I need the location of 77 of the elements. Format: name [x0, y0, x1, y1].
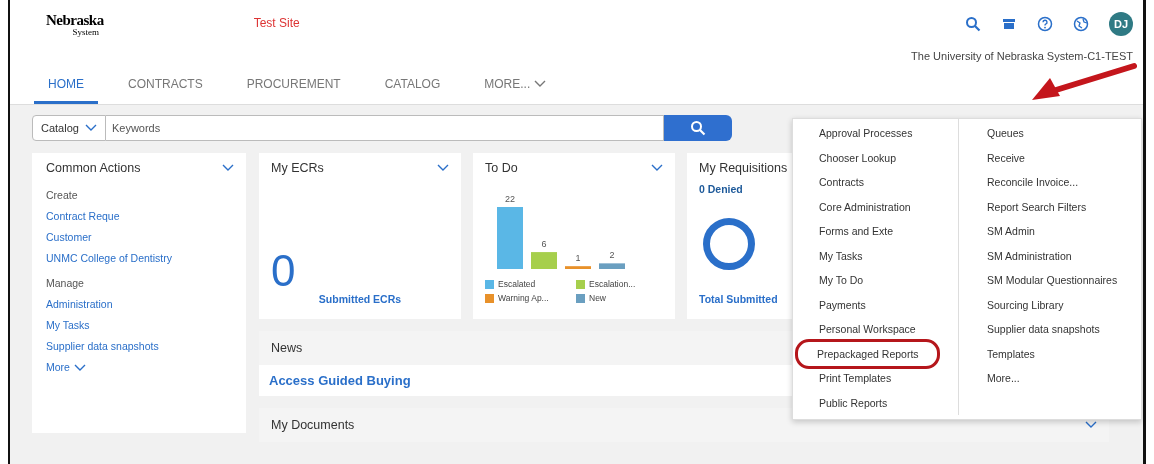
- card-title: My ECRs: [271, 161, 324, 175]
- help-icon[interactable]: [1037, 16, 1053, 32]
- menu-item[interactable]: Reconcile Invoice...: [985, 170, 1081, 195]
- total-caption: Total Submitted: [699, 293, 778, 305]
- menu-item[interactable]: SM Administration: [985, 243, 1074, 268]
- donut-drawing: [703, 218, 755, 270]
- ecr-caption: Submitted ECRs: [317, 293, 403, 305]
- menu-item[interactable]: Approval Processes: [817, 121, 915, 146]
- menu-item[interactable]: Payments: [817, 292, 868, 317]
- user-avatar[interactable]: DJ: [1109, 12, 1133, 36]
- menu-item[interactable]: Core Administration: [817, 194, 913, 219]
- chart-bar: [565, 266, 591, 269]
- chart-bar: [497, 207, 523, 269]
- logo: Nebraska System: [46, 11, 104, 39]
- action-link[interactable]: Administration: [46, 296, 234, 313]
- globe-icon[interactable]: [1073, 16, 1089, 32]
- panel-title: My Documents: [271, 418, 355, 432]
- menu-item[interactable]: Public Reports: [817, 390, 890, 415]
- menu-item[interactable]: Queues: [985, 121, 1026, 146]
- menu-item[interactable]: Receive: [985, 145, 1027, 170]
- keywords-field[interactable]: Keywords: [105, 115, 664, 141]
- bar-value: 2: [609, 250, 615, 261]
- search-icon: [690, 120, 706, 136]
- action-link[interactable]: Contract Reque: [46, 208, 234, 225]
- chevron-down-icon: [651, 164, 663, 172]
- card-title: To Do: [485, 161, 518, 175]
- chart-bar: [599, 263, 625, 269]
- ecr-count: 0: [271, 249, 297, 293]
- legend-label: New: [589, 293, 606, 303]
- menu-item[interactable]: My To Do: [817, 268, 866, 293]
- catalog-dropdown[interactable]: Catalog: [32, 115, 106, 141]
- more-link[interactable]: More: [46, 359, 234, 376]
- menu-item[interactable]: Contracts: [817, 170, 866, 195]
- nav-tab[interactable]: CONTRACTS: [114, 77, 217, 104]
- search-button[interactable]: [664, 115, 732, 141]
- menu-item[interactable]: Sourcing Library: [985, 292, 1066, 317]
- panel-title: Common Actions: [46, 161, 141, 175]
- chevron-down-icon: [534, 80, 547, 88]
- chevron-down-icon: [84, 124, 97, 132]
- menu-item[interactable]: More...: [985, 366, 1022, 391]
- chevron-down-icon: [1085, 421, 1097, 429]
- action-link[interactable]: UNMC College of Dentistry: [46, 250, 234, 267]
- bar-value: 22: [505, 194, 515, 204]
- menu-item[interactable]: Prepackaged Reports: [795, 338, 940, 369]
- site-label: Test Site: [253, 16, 300, 30]
- chevron-down-icon: [73, 363, 86, 372]
- search-icon[interactable]: [965, 16, 981, 32]
- cart-icon[interactable]: [1001, 16, 1017, 32]
- panel-title: News: [271, 341, 303, 355]
- action-link[interactable]: Supplier data snapshots: [46, 338, 234, 355]
- menu-item[interactable]: SM Modular Questionnaires: [985, 268, 1120, 293]
- section-heading: Create: [46, 188, 79, 203]
- bar-value: 1: [575, 253, 581, 264]
- nav-tab[interactable]: MORE...: [470, 77, 561, 104]
- card-title: My Requisitions: [699, 161, 788, 175]
- chevron-down-icon: [222, 164, 234, 172]
- menu-item[interactable]: Chooser Lookup: [817, 145, 899, 170]
- action-link[interactable]: Customer: [46, 229, 234, 246]
- nav-tab[interactable]: CATALOG: [370, 77, 455, 104]
- action-link[interactable]: My Tasks: [46, 317, 234, 334]
- chart-bar: [531, 252, 557, 269]
- section-heading: Manage: [46, 276, 85, 291]
- nav-tab[interactable]: PROCUREMENT: [232, 77, 355, 104]
- legend-label: Escalation...: [589, 279, 636, 289]
- legend-label: Escalated: [498, 279, 536, 289]
- menu-item[interactable]: Forms and Exte: [817, 219, 896, 244]
- chevron-down-icon: [437, 164, 449, 172]
- menu-item[interactable]: My Tasks: [817, 243, 865, 268]
- menu-item[interactable]: Supplier data snapshots: [985, 317, 1102, 342]
- menu-item[interactable]: Templates: [985, 341, 1037, 366]
- menu-item[interactable]: Report Search Filters: [985, 194, 1089, 219]
- menu-item[interactable]: Print Templates: [817, 366, 894, 391]
- menu-item[interactable]: SM Admin: [985, 219, 1037, 244]
- organization-name: The University of Nebraska System-C1-TEST: [911, 50, 1133, 62]
- denied-count[interactable]: 0 Denied: [699, 183, 743, 195]
- legend-label: Warning Ap...: [498, 293, 549, 303]
- bar-value: 6: [541, 239, 547, 250]
